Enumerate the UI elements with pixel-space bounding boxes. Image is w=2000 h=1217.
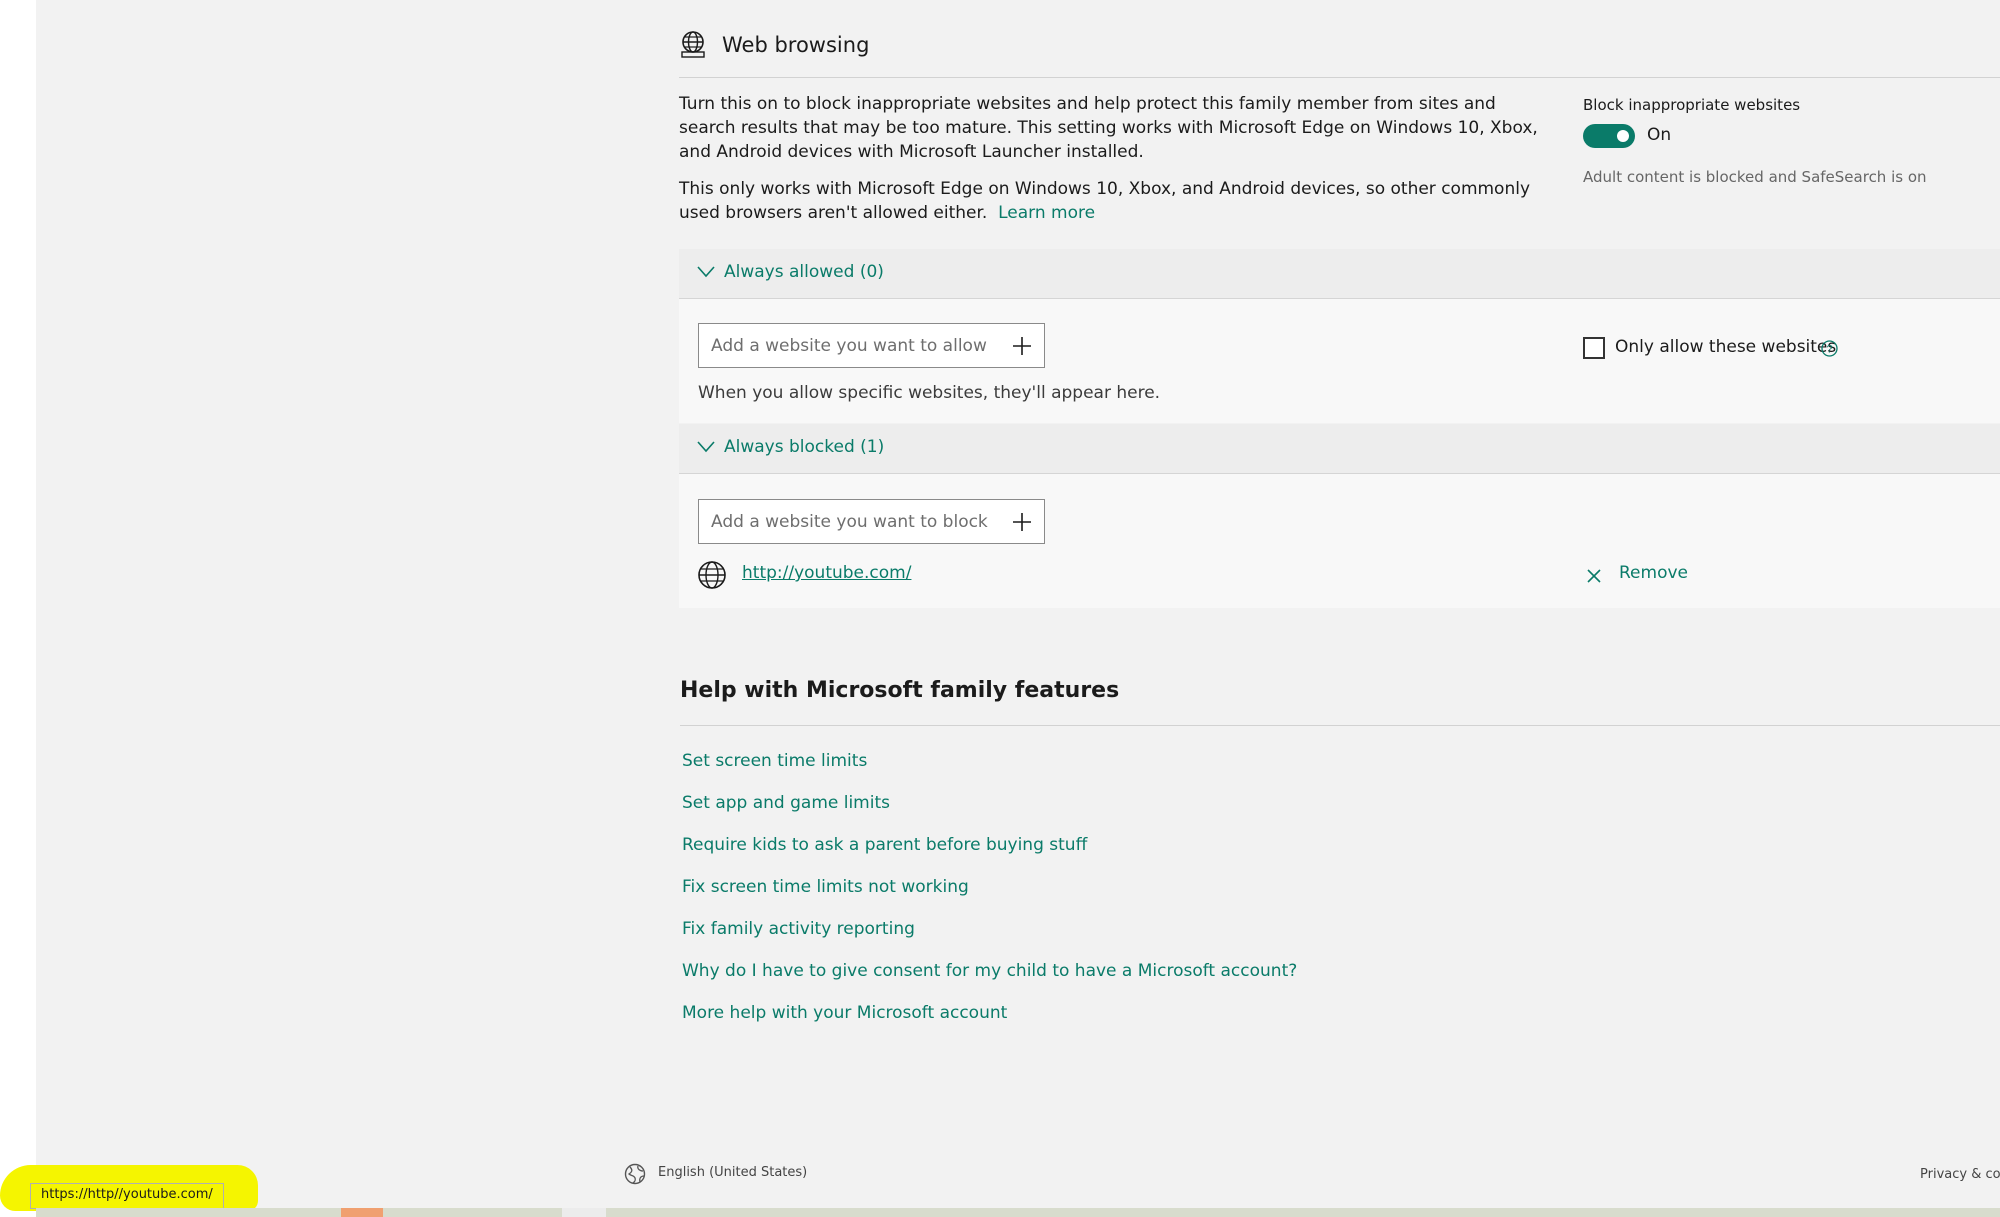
learn-more-link[interactable]: Learn more (998, 203, 1095, 223)
settings-page: Web browsing Turn this on to block inapp… (36, 0, 2000, 1208)
block-websites-label: Block inappropriate websites (1583, 96, 1801, 114)
web-browsing-description: Turn this on to block inappropriate webs… (679, 94, 1538, 162)
taskbar-strip (36, 1208, 2000, 1217)
help-section-title: Help with Microsoft family features (680, 678, 2000, 726)
status-bar-url: https://http//youtube.com/ (30, 1183, 224, 1209)
only-allow-label: Only allow these websites (1615, 337, 1837, 357)
help-link-screen-time[interactable]: Set screen time limits (682, 751, 867, 771)
always-blocked-panel: http://youtube.com/ Remove (679, 474, 2000, 608)
taskbar-segment (341, 1208, 383, 1217)
safesearch-note: Adult content is blocked and SafeSearch … (1583, 168, 1927, 186)
block-website-input[interactable] (699, 500, 999, 543)
close-icon[interactable] (1586, 568, 1602, 584)
always-blocked-header[interactable]: Always blocked (1) (679, 424, 2000, 474)
help-link-consent[interactable]: Why do I have to give consent for my chi… (682, 961, 1297, 981)
plus-icon[interactable] (1012, 336, 1032, 356)
always-allowed-title: Always allowed (0) (724, 262, 884, 282)
always-allowed-panel: When you allow specific websites, they'l… (679, 299, 2000, 423)
globe-monitor-icon (681, 31, 705, 58)
chevron-down-icon (697, 441, 715, 453)
help-link-fix-screen-time[interactable]: Fix screen time limits not working (682, 877, 969, 897)
globe-icon (698, 561, 726, 589)
edge-only-note: This only works with Microsoft Edge on W… (679, 179, 1531, 223)
language-globe-icon[interactable] (624, 1163, 646, 1185)
help-link-app-limits[interactable]: Set app and game limits (682, 793, 890, 813)
chevron-down-icon (697, 266, 715, 278)
allow-website-field (698, 323, 1045, 368)
web-browsing-header: Web browsing (679, 30, 2000, 78)
allow-website-input[interactable] (699, 324, 999, 367)
plus-icon[interactable] (1012, 512, 1032, 532)
svg-text:?: ? (1826, 344, 1832, 356)
taskbar-segment (562, 1208, 606, 1217)
block-websites-toggle[interactable] (1583, 124, 1635, 148)
allowed-empty-note: When you allow specific websites, they'l… (698, 383, 1161, 403)
privacy-link[interactable]: Privacy & coo (1920, 1167, 2000, 1182)
toggle-state-label: On (1647, 125, 1672, 145)
left-margin (0, 0, 36, 1217)
web-browsing-note: This only works with Microsoft Edge on W… (679, 177, 1541, 225)
help-link-ask-to-buy[interactable]: Require kids to ask a parent before buyi… (682, 835, 1087, 855)
help-link-more-help[interactable]: More help with your Microsoft account (682, 1003, 1007, 1023)
remove-site-button[interactable]: Remove (1619, 563, 1688, 583)
section-title: Web browsing (722, 33, 870, 57)
help-link-fix-activity[interactable]: Fix family activity reporting (682, 919, 915, 939)
help-question-icon[interactable]: ? (1821, 340, 1838, 357)
block-website-field (698, 499, 1045, 544)
blocked-site-link[interactable]: http://youtube.com/ (742, 563, 911, 583)
always-allowed-header[interactable]: Always allowed (0) (679, 249, 2000, 299)
only-allow-checkbox[interactable] (1583, 337, 1605, 359)
language-selector[interactable]: English (United States) (658, 1165, 807, 1180)
always-blocked-title: Always blocked (1) (724, 437, 885, 457)
toggle-knob (1617, 130, 1629, 142)
